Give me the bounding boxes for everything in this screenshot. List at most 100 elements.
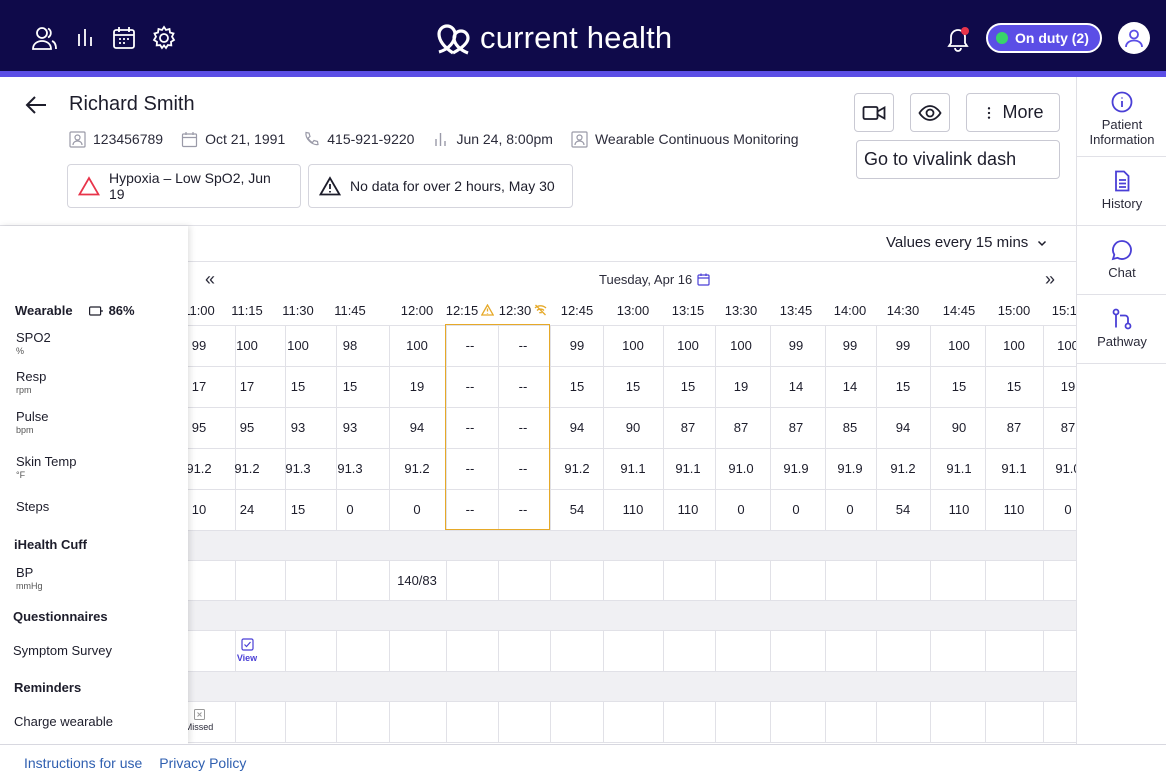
grid-row-line [188, 630, 1076, 631]
notification-badge [961, 27, 969, 35]
metric-cell: 0 [413, 502, 421, 517]
time-header: 12:15 [444, 301, 496, 319]
grid-row-line [188, 671, 1076, 672]
user-icon [1125, 29, 1143, 48]
calendar-small-icon [181, 131, 198, 147]
metric-cell: 99 [191, 338, 207, 353]
chevron-down-icon [1038, 240, 1047, 246]
metric-cell: 98 [342, 338, 358, 353]
no-signal-icon [534, 304, 547, 316]
view-button[interactable] [910, 93, 950, 132]
metric-cell: 100 [948, 338, 970, 353]
history-tab[interactable]: History [1077, 170, 1166, 211]
back-arrow-icon[interactable] [24, 94, 48, 116]
grid-col-line [825, 701, 826, 742]
metric-cell: 95 [239, 420, 255, 435]
top-bar-accent-line [0, 71, 1166, 77]
grid-col-line [550, 630, 551, 671]
metric-cell: 90 [951, 420, 967, 435]
time-header: 11:45 [334, 302, 366, 318]
battery-indicator: 86% [88, 303, 135, 318]
vivalink-dash-button[interactable]: Go to vivalink dash [856, 140, 1060, 179]
grid-col-line [663, 701, 664, 742]
alert-hypoxia[interactable]: Hypoxia – Low SpO2, Jun 19 [67, 164, 301, 208]
grid-col-line [285, 630, 286, 671]
settings-icon[interactable] [150, 24, 178, 52]
grid-row-line [188, 600, 1076, 601]
metric-cell: 85 [842, 420, 858, 435]
metric-cell: 94 [569, 420, 585, 435]
warning-icon [481, 304, 495, 316]
patient-program: Wearable Continuous Monitoring [571, 130, 799, 148]
time-header: 12:30 [497, 301, 549, 319]
video-call-button[interactable] [854, 93, 894, 132]
metric-cell: 91.0 [728, 461, 754, 476]
grid-col-line [1043, 630, 1044, 671]
metric-cell: 100 [730, 338, 752, 353]
grid-col-line [715, 560, 716, 600]
metric-label-bp: BP mmHg [16, 565, 43, 591]
previous-day-button[interactable]: « [205, 269, 215, 290]
id-card-icon [69, 130, 86, 148]
phone-icon [305, 131, 319, 145]
metric-cell: 99 [569, 338, 585, 353]
chat-tab[interactable]: Chat [1077, 239, 1166, 280]
right-panel-separator [1077, 156, 1166, 157]
metric-cell: 24 [239, 502, 255, 517]
metric-cell: 87 [788, 420, 804, 435]
metric-cell: -- [518, 379, 528, 394]
metric-cell: 0 [346, 502, 354, 517]
grid-col-line [663, 630, 664, 671]
right-panel-separator [1077, 225, 1166, 226]
metric-cell: 19 [1060, 379, 1076, 394]
patients-icon[interactable] [30, 24, 58, 52]
questionnaires-section-title: Questionnaires [13, 609, 108, 624]
date-picker[interactable]: Tuesday, Apr 16 [599, 272, 710, 287]
metric-cell: 94 [409, 420, 425, 435]
grid-col-line [876, 560, 877, 600]
symptom-survey-label: Symptom Survey [13, 643, 112, 658]
alert-no-data[interactable]: No data for over 2 hours, May 30 [308, 164, 573, 208]
next-day-button[interactable]: » [1045, 269, 1055, 290]
current-health-logo: current health [434, 18, 672, 58]
grid-col-line [336, 701, 337, 742]
time-header: 11:30 [282, 302, 314, 318]
user-avatar[interactable] [1118, 22, 1150, 54]
on-duty-toggle[interactable]: On duty (2) [986, 23, 1102, 53]
grid-col-line [770, 701, 771, 742]
grid-col-line [930, 701, 931, 742]
metric-cell: -- [518, 502, 528, 517]
vitals-grid: 11:00 11:15 11:30 11:45 12:00 12:1512:30 12:45… [188, 296, 1076, 744]
metric-cell: 54 [895, 502, 911, 517]
pathway-tab[interactable]: Pathway [1077, 308, 1166, 349]
grid-row-line [188, 530, 1076, 531]
calendar-icon[interactable] [110, 24, 138, 52]
metric-cell: 93 [290, 420, 306, 435]
bp-reading-cell[interactable]: 140/83 [387, 560, 447, 600]
patient-phone: 415-921-9220 [303, 131, 414, 148]
metric-cell: 100 [287, 338, 309, 353]
grid-col-line [663, 560, 664, 600]
grid-col-line [770, 630, 771, 671]
time-header: 14:45 [942, 302, 976, 318]
metric-cell: 15 [569, 379, 585, 394]
survey-view-button[interactable]: View [227, 638, 267, 663]
metric-cell: 14 [788, 379, 804, 394]
right-panel-separator [1077, 294, 1166, 295]
time-header: 12:00 [400, 302, 434, 318]
metric-cell: 90 [625, 420, 641, 435]
instructions-link[interactable]: Instructions for use [24, 755, 142, 771]
metric-cell: 15 [290, 502, 306, 517]
grid-col-line [498, 630, 499, 671]
time-header: 14:00 [833, 302, 867, 318]
privacy-policy-link[interactable]: Privacy Policy [159, 755, 246, 771]
grid-col-line [770, 560, 771, 600]
patient-information-tab[interactable]: Patient Information [1077, 91, 1166, 147]
grid-col-line [336, 630, 337, 671]
patient-info-row: 123456789 Oct 21, 1991 415-921-9220 Jun … [69, 129, 817, 149]
more-button[interactable]: More [966, 93, 1060, 132]
analytics-icon[interactable] [72, 24, 100, 52]
interval-select[interactable]: Values every 15 mins [886, 234, 1048, 251]
charge-wearable-label: Charge wearable [14, 714, 114, 729]
metric-cell: 110 [1003, 502, 1025, 517]
